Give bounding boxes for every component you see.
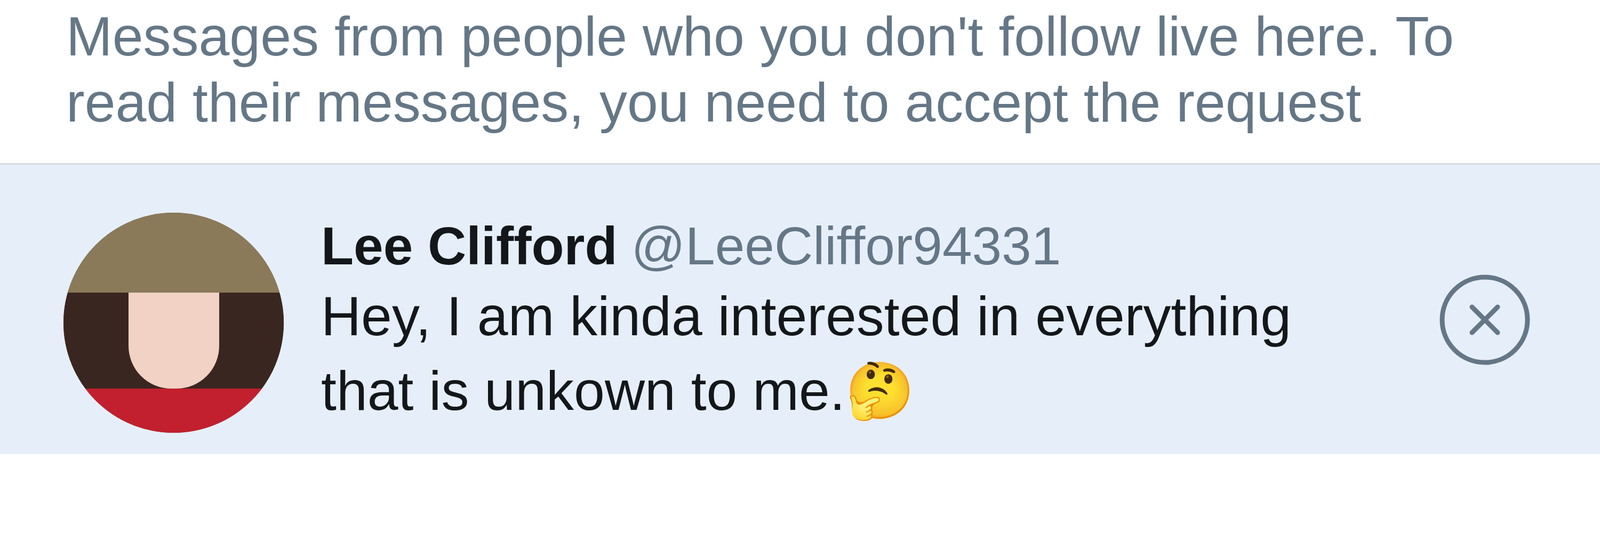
user-name[interactable]: Lee Clifford [321, 212, 618, 279]
avatar[interactable] [63, 212, 284, 434]
avatar-mid [63, 292, 284, 389]
info-text: Messages from people who you don't follo… [66, 3, 1549, 136]
avatar-top [63, 212, 284, 293]
close-icon[interactable] [1438, 274, 1531, 366]
request-body: Lee Clifford@LeeCliffor94331Hey, I am ki… [321, 212, 1402, 429]
request-header: Lee Clifford@LeeCliffor94331 [321, 212, 1402, 279]
message-preview[interactable]: Hey, I am kinda interested in everything… [321, 278, 1388, 429]
avatar-bottom [63, 388, 284, 434]
info-section: Messages from people who you don't follo… [0, 0, 1600, 165]
avatar-face [128, 292, 220, 389]
request-row[interactable]: Lee Clifford@LeeCliffor94331Hey, I am ki… [0, 164, 1600, 455]
dismiss-button[interactable] [1438, 274, 1531, 366]
user-handle[interactable]: @LeeCliffor94331 [631, 212, 1062, 279]
